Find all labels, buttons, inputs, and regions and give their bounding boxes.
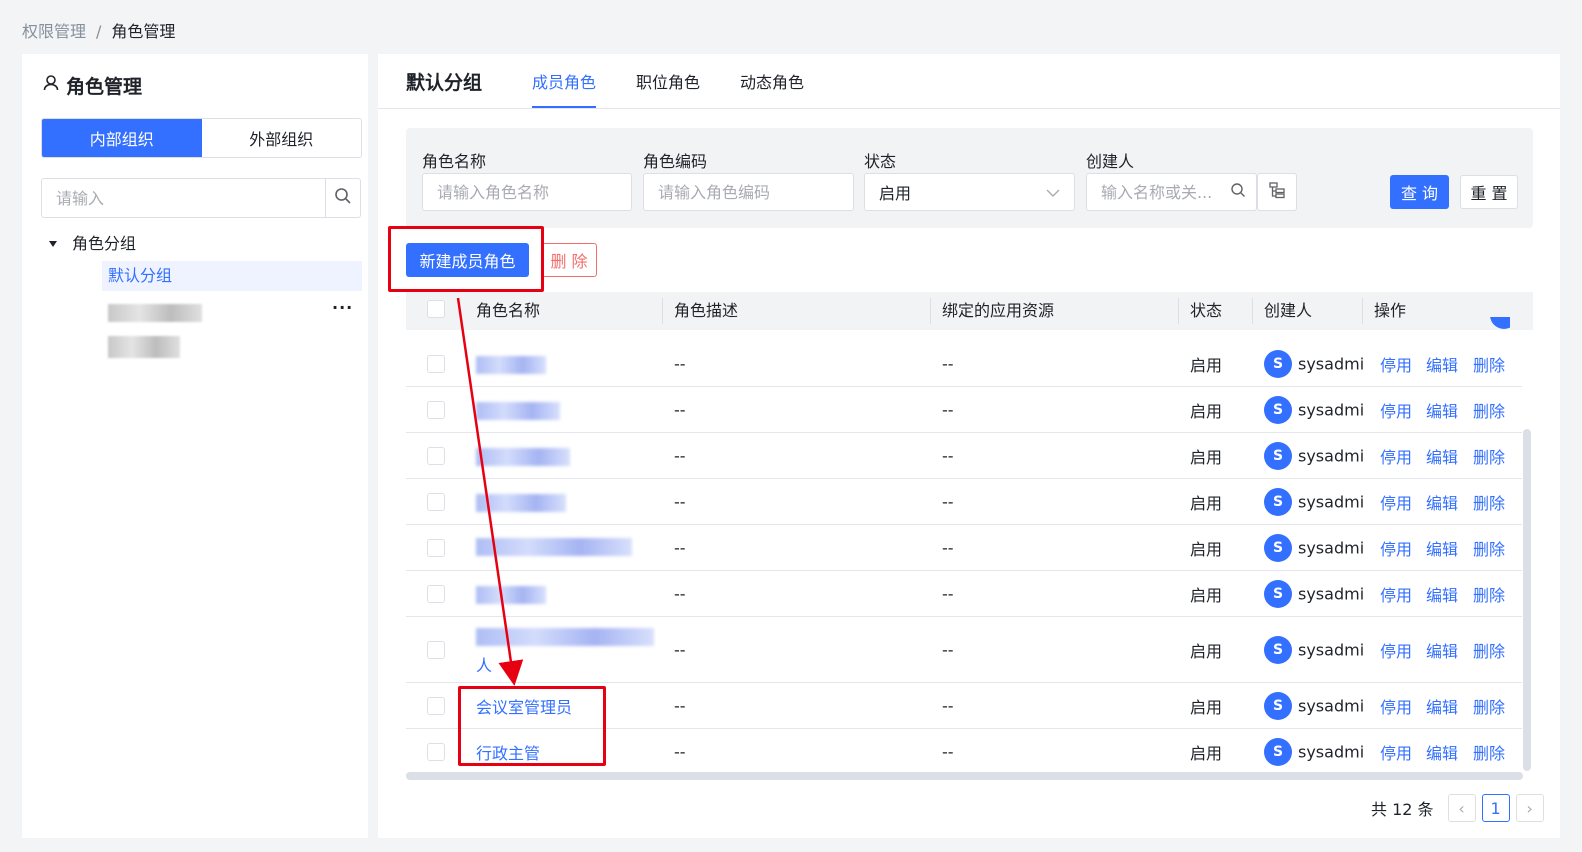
tree-node-blurred-2[interactable] xyxy=(108,336,180,358)
org-segmented-control: 内部组织 外部组织 xyxy=(41,118,362,158)
search-button[interactable] xyxy=(325,179,360,217)
segment-internal-org[interactable]: 内部组织 xyxy=(42,119,202,157)
group-search xyxy=(41,178,361,218)
tree-node-blurred-1[interactable] xyxy=(108,304,202,322)
more-icon[interactable]: ··· xyxy=(332,298,353,317)
user-icon xyxy=(42,74,60,97)
left-panel-title: 角色管理 xyxy=(42,72,142,99)
main-panel: 默认分组 成员角色 职位角色 动态角色 角色名称 角色编码 状态 启用 创建人 xyxy=(378,54,1560,838)
tree-root-label: 角色分组 xyxy=(72,234,137,253)
tree-node-default-group[interactable]: 默认分组 xyxy=(102,261,362,291)
breadcrumb: 权限管理 / 角色管理 xyxy=(22,18,175,42)
left-panel: 角色管理 内部组织 外部组织 角色分组 默认分组 ··· xyxy=(22,54,368,838)
tree-root-node[interactable]: 角色分组 xyxy=(48,230,136,254)
caret-down-icon[interactable] xyxy=(48,233,58,252)
left-panel-title-text: 角色管理 xyxy=(66,76,143,98)
breadcrumb-separator: / xyxy=(96,22,102,41)
group-search-input[interactable] xyxy=(42,179,325,217)
annotation-arrow-icon xyxy=(456,297,524,686)
breadcrumb-parent[interactable]: 权限管理 xyxy=(22,22,86,41)
segment-external-org[interactable]: 外部组织 xyxy=(202,119,362,157)
search-icon xyxy=(334,187,352,209)
breadcrumb-current: 角色管理 xyxy=(111,22,176,41)
